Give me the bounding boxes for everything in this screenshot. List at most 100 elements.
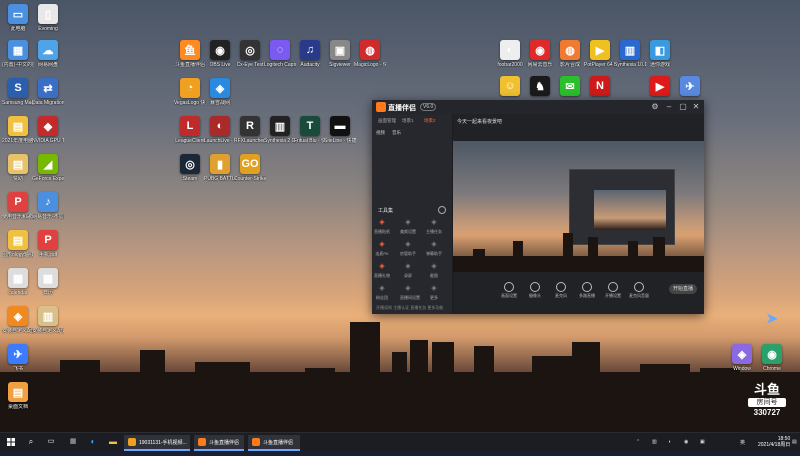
tool-item[interactable]: ◈ 录屏 [400, 262, 416, 279]
control-button[interactable]: 摄像头 [525, 282, 545, 299]
desktop-icon[interactable]: ☺ [494, 76, 526, 98]
desktop-icon[interactable]: ♫ Audacity [294, 40, 326, 68]
desktop-icon[interactable]: ▦ calendar [2, 268, 34, 296]
live-preview[interactable] [453, 141, 704, 272]
desktop-icon[interactable]: ▬ SiteLine - 快捷方式 [324, 116, 356, 144]
desktop-icon[interactable]: L LeagueClient [174, 116, 206, 144]
windows-start-icon[interactable] [4, 433, 18, 451]
desktop-icon[interactable]: ✈ 飞书 [2, 344, 34, 372]
desktop-icon[interactable]: ◈ 安装自定义配置 [2, 306, 34, 334]
desktop-icon[interactable]: GO Counter-Strike Global Off. [234, 154, 266, 182]
desktop-icon[interactable]: ◉ Chrome [756, 344, 788, 372]
ime-indicator[interactable]: 英 [740, 439, 745, 446]
desktop-icon[interactable]: ▯ Evoming [32, 4, 64, 32]
desktop-icon[interactable]: ◌ Logitech Capture [264, 40, 296, 68]
desktop-icon[interactable]: ⇄ Data Migration [32, 78, 64, 106]
desktop-icon[interactable]: ▥ Synthesia 2 Game - 快捷方式 [264, 116, 296, 144]
taskbar-task-button[interactable]: 斗鱼直播伴侣 [248, 435, 300, 451]
network-icon[interactable]: ▥ [652, 439, 657, 445]
control-button[interactable]: 画面设置 [499, 282, 519, 299]
start-live-button[interactable]: 开始直播 [669, 284, 697, 294]
folder-icon[interactable]: ▬ [106, 433, 120, 451]
tool-item[interactable]: ◈ 直播礼物 [374, 262, 390, 279]
file-explorer-icon[interactable]: ▦ [66, 433, 80, 451]
desktop-icon[interactable]: ◉ 网易云音乐 [524, 40, 556, 68]
desktop-icon[interactable]: ◐ foobar2000 [494, 40, 526, 68]
tool-item[interactable]: ◈ 连麦PK [374, 240, 390, 257]
desktop-icon[interactable]: P 手机.pdf [32, 230, 64, 258]
desktop-icon[interactable]: ✉ [554, 76, 586, 98]
tool-item[interactable]: ◈ 弹幕助手 [426, 240, 442, 257]
stream-title[interactable]: 今天一起来看夜景吧 [457, 118, 502, 125]
tool-item[interactable]: ◈ 美颜设置 [400, 218, 416, 235]
desktop-icon[interactable]: ◈ Window [726, 344, 758, 372]
desktop-icon[interactable]: R RFXLauncher - 快捷方式 [234, 116, 266, 144]
desktop-icon[interactable]: ◎ Cx-Eye Test [234, 40, 266, 68]
douyu-live-companion-window[interactable]: 直播伴侣 V6.0 ⚙ – ▢ ✕ 画面管理 场景1 场景2 视频 音乐 工具集… [372, 100, 704, 314]
desktop-icon[interactable]: T Fritual Blu - 快捷方式 [294, 116, 326, 144]
desktop-icon[interactable]: ▤ 2021年度电脑使用报告 [2, 116, 34, 144]
bottom-links[interactable]: 开播须知 主播认证 直播任务 更多功能 [376, 305, 443, 311]
tool-item[interactable]: ◈ 截图 [426, 262, 442, 279]
app-titlebar[interactable]: 直播伴侣 V6.0 ⚙ – ▢ ✕ [372, 100, 704, 114]
desktop-icon[interactable]: ◎ Steam [174, 154, 206, 182]
desktop-icon[interactable]: ▤ 图形ology轴线 [2, 230, 34, 258]
desktop-icon[interactable]: ☁ 网易网盘 [32, 40, 64, 68]
tray-overflow-icon[interactable]: ⌃ [636, 439, 640, 445]
tray-app-icon[interactable]: ◉ [684, 439, 688, 445]
desktop-icon[interactable]: ◆ NVIDIA GPU Tweak [32, 116, 64, 144]
desktop-icon[interactable]: ✈ [674, 76, 706, 98]
desktop-icon[interactable]: ▣ Sigviewer [324, 40, 356, 68]
tab-scene-manage[interactable]: 画面管理 [378, 118, 396, 124]
desktop-icon[interactable]: ▦ 日历 [32, 268, 64, 296]
desktop-icon[interactable]: ♪ 网易音乐-不同的音乐 [32, 192, 64, 220]
desktop-icon[interactable]: ◢ GeForce Experience [32, 154, 64, 182]
control-button[interactable]: 开播设置 [603, 282, 623, 299]
desktop-icon[interactable]: ♞ [524, 76, 556, 98]
notifications-icon[interactable]: ▤ [792, 439, 797, 445]
scene-item-video[interactable]: 视频 [376, 130, 385, 136]
tool-item[interactable]: ◈ 粉丝团 [374, 284, 390, 301]
desktop-icon[interactable]: ▦ (内置)-中文的应用 [2, 40, 34, 68]
desktop-icon[interactable]: ➤ [756, 308, 788, 328]
desktop-icon[interactable]: ▤ 桌面文档 [2, 382, 34, 410]
control-button[interactable]: 多路直播 [577, 282, 597, 299]
desktop-icon[interactable]: N [584, 76, 616, 98]
minimize-icon[interactable]: – [664, 102, 674, 112]
clock[interactable]: 18:50 2021/4/18周日 [758, 436, 790, 448]
desktop-icon[interactable]: ▶ [644, 76, 676, 98]
desktop-icon[interactable]: ◍ 影片合成 [554, 40, 586, 68]
control-button[interactable]: 麦克风音量 [629, 282, 649, 299]
desktop-icon[interactable]: S Samsung Magician [2, 78, 34, 106]
desktop-icon[interactable]: ▭ 此电脑 [2, 4, 34, 32]
tool-item[interactable]: ◈ 房管助手 [400, 240, 416, 257]
desktop-icon[interactable]: ▥ 安装自定义配置 [32, 306, 64, 334]
tool-item[interactable]: ◈ 更多 [426, 284, 442, 301]
desktop-icon[interactable]: 鱼斗鱼直播伴侣 [174, 40, 206, 68]
desktop-icon[interactable]: ▥ Synthesia 10.1 [614, 40, 646, 68]
tool-item[interactable]: ◈ 直播间设置 [400, 284, 420, 301]
desktop-icon[interactable]: ◍ MagicLogo - 快捷方式 [354, 40, 386, 68]
settings-icon[interactable]: ⚙ [650, 102, 660, 112]
volume-icon[interactable]: ◖ [668, 439, 671, 445]
tray-app-icon-2[interactable]: ▣ [700, 439, 705, 445]
control-button[interactable]: 麦克风 [551, 282, 571, 299]
edge-icon[interactable]: ◐ [86, 433, 100, 451]
desktop-icon[interactable]: ▶ PotPlayer 64 bit [584, 40, 616, 68]
taskbar-task-button[interactable]: 19031131-手机视频... [124, 435, 190, 451]
desktop-icon[interactable]: ◉ OBS Live [204, 40, 236, 68]
desktop-icon[interactable]: ▮ PUBG BATTLEGROUNDS [204, 154, 236, 182]
desktop-icon[interactable]: ◔ VegasLogo 快捷方式 [174, 78, 206, 106]
search-icon[interactable]: ⌕ [24, 433, 38, 451]
desktop-icon[interactable]: ◈ 暴雪战网 [204, 78, 236, 106]
tab-scene-2[interactable]: 场景2 [424, 118, 436, 124]
task-view-icon[interactable]: ▭ [44, 433, 58, 451]
scene-item-music[interactable]: 音乐 [392, 130, 401, 136]
desktop-icon[interactable]: ◐ LaunchLive - 快捷方式 [204, 116, 236, 144]
refresh-icon[interactable] [438, 206, 446, 214]
tool-item[interactable]: ◈ 主播任务 [426, 218, 442, 235]
tool-item[interactable]: ◈ 直播贴纸 [374, 218, 390, 235]
maximize-icon[interactable]: ▢ [678, 102, 688, 112]
desktop-icon[interactable]: ◧ 迷你游戏 [644, 40, 676, 68]
taskbar-task-button[interactable]: 斗鱼直播伴侣 [194, 435, 244, 451]
